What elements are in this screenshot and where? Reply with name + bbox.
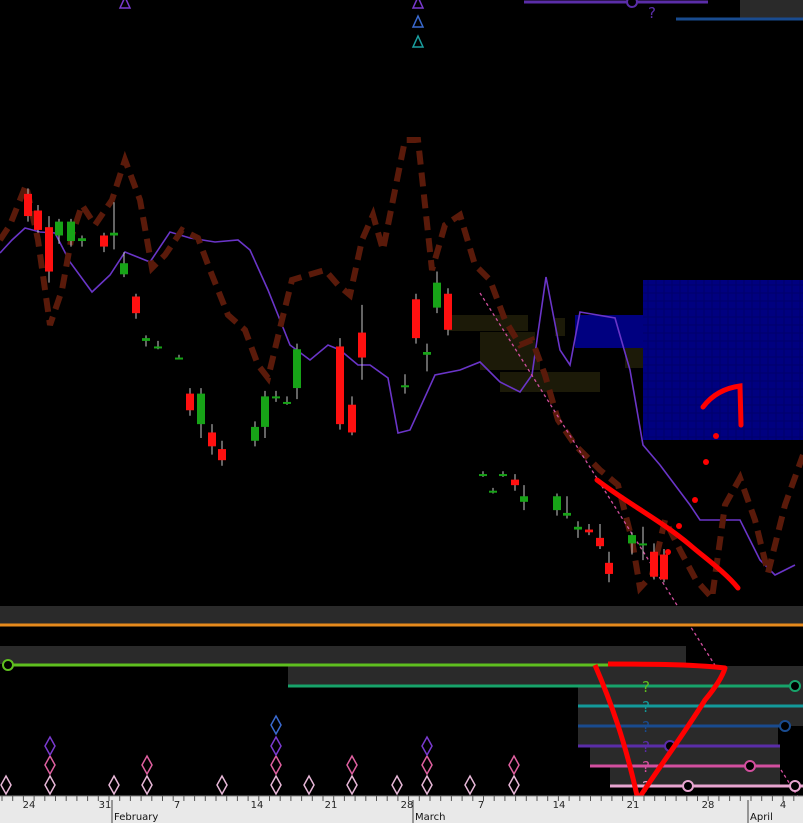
candle-body [423, 352, 431, 355]
candle-body [585, 529, 593, 533]
green-level-handle [2, 659, 14, 671]
candle-body [293, 349, 301, 389]
x-month-label: March [415, 812, 445, 823]
candle-body [650, 551, 658, 577]
question-mark-label-1: ? [642, 678, 650, 696]
x-tick-label: 24 [23, 800, 36, 811]
candle-body [660, 554, 668, 580]
candle-body [34, 210, 42, 230]
red-annotation-dot-4 [665, 549, 671, 555]
candle-body [520, 496, 528, 502]
darkgreen-level-handle [789, 680, 801, 692]
question-mark-label-3: ? [642, 718, 650, 736]
x-tick-label: 28 [401, 800, 414, 811]
question-mark-label-4: ? [642, 738, 650, 756]
red-annotation-dot-2 [692, 497, 698, 503]
candle-body [218, 449, 226, 461]
top-grey-band [740, 0, 803, 18]
pink-level-handle [744, 760, 756, 772]
candle-body [208, 432, 216, 447]
x-tick-label: 14 [553, 800, 566, 811]
candle-body [251, 426, 259, 441]
candle-body [433, 282, 441, 308]
candle-body [283, 401, 291, 404]
candle-body [154, 346, 162, 349]
candle-body [639, 543, 647, 546]
candle-body [553, 496, 561, 511]
candle-body [142, 338, 150, 341]
question-mark-label-0: ? [648, 4, 656, 22]
x-month-label: February [114, 812, 158, 823]
x-tick-label: 7 [174, 800, 180, 811]
candle-body [444, 293, 452, 330]
candle-body [67, 221, 75, 242]
candle-body [628, 535, 636, 544]
candle [336, 338, 344, 430]
grey-band-top [0, 606, 803, 624]
lightpink-level-handle-2 [789, 780, 801, 792]
red-annotation-dot-0 [713, 433, 719, 439]
x-tick-label: 28 [702, 800, 715, 811]
candle-body [336, 346, 344, 425]
question-mark-label-2: ? [642, 698, 650, 716]
navy-profile-block-small [575, 315, 645, 348]
candle-body [132, 296, 140, 314]
candle [412, 293, 420, 344]
lightpink-level-handle-1 [682, 780, 694, 792]
red-annotation-dot-3 [676, 523, 682, 529]
blue-level-handle [779, 720, 791, 732]
x-tick-label: 21 [325, 800, 338, 811]
candle-body [348, 404, 356, 433]
x-tick-label: 7 [478, 800, 484, 811]
candle-body [45, 227, 53, 272]
candle-body [489, 490, 497, 493]
candle-body [499, 474, 507, 477]
candle [444, 288, 452, 336]
candle-body [55, 221, 63, 236]
x-month-label: April [750, 812, 773, 823]
top-violet-handle [626, 0, 638, 8]
candle-body [100, 235, 108, 247]
x-tick-label: 4 [780, 800, 786, 811]
x-tick-label: 21 [627, 800, 640, 811]
candle-body [78, 238, 86, 242]
candle-body [574, 526, 582, 530]
candle-body [605, 562, 613, 574]
x-tick-label: 31 [99, 800, 112, 811]
candle-body [412, 299, 420, 339]
candle-body [401, 385, 409, 388]
candle-body [596, 537, 604, 547]
candle-body [186, 393, 194, 411]
candle-body [261, 396, 269, 427]
candle-body [110, 232, 118, 236]
candle-body [197, 393, 205, 425]
navy-profile-block [643, 280, 803, 440]
candle-body [479, 474, 487, 477]
candle-body [511, 479, 519, 486]
chart-svg: ??????? 24 31 7 14 21 28 7 14 21 28 4February March… [0, 0, 803, 823]
candle-body [175, 357, 183, 360]
candle-body [24, 193, 32, 217]
candle-body [120, 263, 128, 275]
profile-block-0 [448, 315, 528, 331]
candle-body [563, 512, 571, 516]
question-mark-label-5: ? [642, 758, 650, 776]
profile-block-2 [480, 352, 540, 370]
red-annotation-dot-1 [703, 459, 709, 465]
x-tick-label: 14 [251, 800, 264, 811]
grey-band-2 [0, 646, 686, 664]
profile-block-5 [625, 348, 643, 368]
candle-body [272, 396, 280, 399]
candle-body [358, 332, 366, 358]
x-axis: 24 31 7 14 21 28 7 14 21 28 4 February March April [0, 795, 803, 823]
